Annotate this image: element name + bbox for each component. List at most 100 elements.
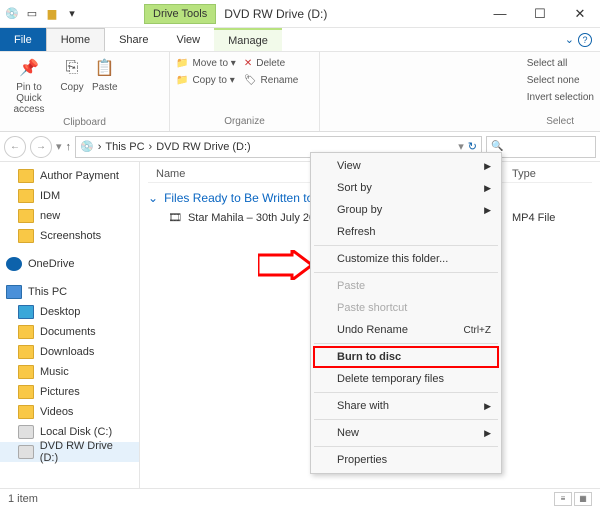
sidebar-documents[interactable]: Documents (0, 322, 139, 342)
ctx-new[interactable]: New▶ (313, 422, 499, 444)
sidebar-this-pc[interactable]: This PC (0, 282, 139, 302)
qat-dropdown-icon[interactable]: ▾ (64, 6, 80, 22)
title-bar: 💿 ▭ ▆ ▾ Drive Tools DVD RW Drive (D:) — … (0, 0, 600, 28)
qat-properties-icon[interactable]: ▭ (24, 6, 40, 22)
move-icon: 📁 (176, 58, 188, 69)
search-input[interactable]: 🔍 (486, 136, 596, 158)
annotation-arrow (258, 250, 314, 280)
ctx-view[interactable]: View▶ (313, 155, 499, 177)
ctx-share-with[interactable]: Share with▶ (313, 395, 499, 417)
organize-group-label: Organize (176, 114, 313, 127)
tab-view[interactable]: View (162, 28, 214, 51)
sidebar-pictures[interactable]: Pictures (0, 382, 139, 402)
ribbon-collapse-icon[interactable]: ⌄ (565, 33, 574, 46)
context-menu: View▶ Sort by▶ Group by▶ Refresh Customi… (310, 152, 502, 474)
up-button[interactable]: ↑ (66, 141, 72, 153)
copy-button[interactable]: ⎘ Copy (60, 56, 84, 93)
separator (314, 245, 498, 246)
breadcrumb-this-pc[interactable]: This PC (105, 141, 144, 153)
ctx-paste-shortcut: Paste shortcut (313, 297, 499, 319)
clipboard-group-label: Clipboard (6, 115, 163, 128)
ctx-paste: Paste (313, 275, 499, 297)
rename-button[interactable]: 🏷Rename (244, 73, 299, 88)
shortcut-label: Ctrl+Z (464, 325, 492, 336)
details-view-button[interactable]: ≡ (554, 492, 572, 506)
close-button[interactable]: ✕ (560, 0, 600, 28)
onedrive-icon (6, 257, 22, 271)
tab-manage[interactable]: Manage (214, 28, 282, 51)
contextual-tab-label: Drive Tools (144, 4, 216, 24)
app-icon: 💿 (4, 6, 20, 22)
minimize-button[interactable]: — (480, 0, 520, 28)
folder-icon (18, 189, 34, 203)
submenu-arrow-icon: ▶ (484, 183, 491, 194)
dvd-icon (18, 445, 34, 459)
paste-button[interactable]: 📋 Paste (92, 56, 118, 93)
ctx-sort-by[interactable]: Sort by▶ (313, 177, 499, 199)
separator (314, 419, 498, 420)
pictures-icon (18, 385, 34, 399)
ctx-refresh[interactable]: Refresh (313, 221, 499, 243)
rename-icon: 🏷 (244, 75, 257, 86)
ctx-customize[interactable]: Customize this folder... (313, 248, 499, 270)
sidebar-desktop[interactable]: Desktop (0, 302, 139, 322)
pin-quick-access-button[interactable]: 📌 Pin to Quick access (6, 56, 52, 115)
breadcrumb-drive[interactable]: DVD RW Drive (D:) (156, 141, 251, 153)
invert-selection-button[interactable]: Invert selection (527, 90, 594, 105)
column-type[interactable]: Type (512, 168, 592, 180)
navigation-pane: Author Payment IDM new Screenshots OneDr… (0, 162, 140, 488)
ctx-delete-temp[interactable]: Delete temporary files (313, 368, 499, 390)
sidebar-item-new[interactable]: new (0, 206, 139, 226)
sidebar-downloads[interactable]: Downloads (0, 342, 139, 362)
ctx-properties[interactable]: Properties (313, 449, 499, 471)
tab-file[interactable]: File (0, 28, 46, 51)
move-to-button[interactable]: 📁Move to ▾ (176, 56, 236, 71)
select-group-label: Select (326, 114, 594, 127)
recent-dropdown-icon[interactable]: ▾ (56, 140, 62, 153)
folder-icon (18, 229, 34, 243)
sidebar-item-idm[interactable]: IDM (0, 186, 139, 206)
copyto-icon: 📁 (176, 75, 188, 86)
tab-share[interactable]: Share (105, 28, 162, 51)
delete-button[interactable]: ✕Delete (244, 56, 299, 71)
ctx-undo-rename[interactable]: Undo RenameCtrl+Z (313, 319, 499, 341)
address-bar: ← → ▾ ↑ 💿 › This PC › DVD RW Drive (D:) … (0, 132, 600, 162)
drive-icon (18, 425, 34, 439)
separator (314, 392, 498, 393)
ctx-group-by[interactable]: Group by▶ (313, 199, 499, 221)
file-type: MP4 File (512, 212, 592, 224)
status-bar: 1 item ≡ ▦ (0, 488, 600, 508)
forward-button[interactable]: → (30, 136, 52, 158)
sidebar-onedrive[interactable]: OneDrive (0, 254, 139, 274)
help-icon[interactable]: ? (578, 33, 592, 47)
separator (314, 343, 498, 344)
maximize-button[interactable]: ☐ (520, 0, 560, 28)
folder-icon (18, 169, 34, 183)
icons-view-button[interactable]: ▦ (574, 492, 592, 506)
submenu-arrow-icon: ▶ (484, 428, 491, 439)
video-file-icon: 🎞 (168, 211, 182, 224)
sidebar-music[interactable]: Music (0, 362, 139, 382)
sidebar-item-author-payment[interactable]: Author Payment (0, 166, 139, 186)
sidebar-local-disk[interactable]: Local Disk (C:) (0, 422, 139, 442)
sidebar-videos[interactable]: Videos (0, 402, 139, 422)
item-count: 1 item (8, 493, 38, 505)
delete-icon: ✕ (244, 58, 252, 69)
downloads-icon (18, 345, 34, 359)
sidebar-dvd-drive[interactable]: DVD RW Drive (D:) (0, 442, 139, 462)
select-all-button[interactable]: Select all (527, 56, 594, 71)
qat-newfolder-icon[interactable]: ▆ (44, 6, 60, 22)
copy-icon: ⎘ (60, 56, 84, 80)
search-icon: 🔍 (491, 141, 503, 152)
separator (314, 446, 498, 447)
ctx-burn-to-disc[interactable]: Burn to disc (313, 346, 499, 368)
tab-home[interactable]: Home (46, 28, 105, 51)
submenu-arrow-icon: ▶ (484, 161, 491, 172)
sidebar-item-screenshots[interactable]: Screenshots (0, 226, 139, 246)
submenu-arrow-icon: ▶ (484, 205, 491, 216)
file-name: Star Mahila – 30th July 2016 (188, 212, 327, 224)
copy-to-button[interactable]: 📁Copy to ▾ (176, 73, 236, 88)
back-button[interactable]: ← (4, 136, 26, 158)
select-none-button[interactable]: Select none (527, 73, 594, 88)
chevron-down-icon: ⌄ (148, 191, 158, 205)
